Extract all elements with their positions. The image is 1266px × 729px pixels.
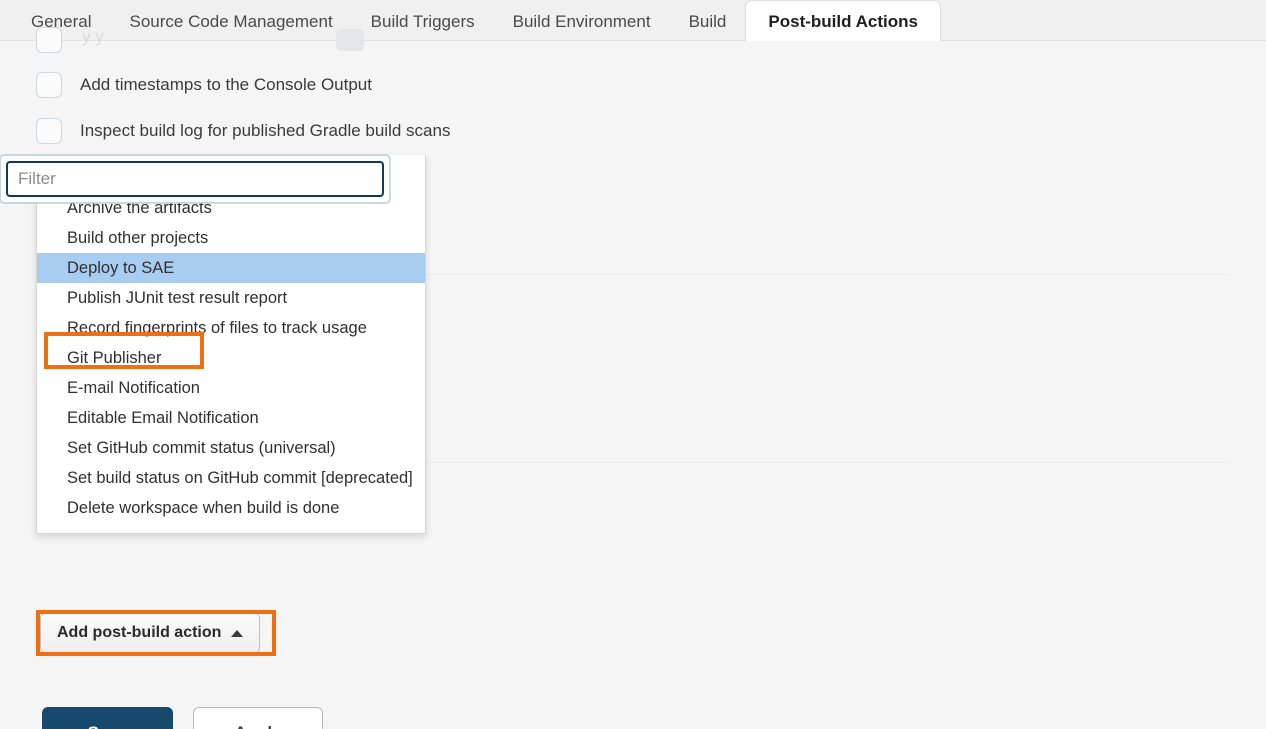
filter-field-wrapper xyxy=(0,155,390,203)
dropdown-item[interactable]: E-mail Notification xyxy=(37,373,425,403)
post-build-action-list: Aggregate downstream test resultsArchive… xyxy=(37,155,425,533)
dropdown-item[interactable]: Build other projects xyxy=(37,223,425,253)
tab-post-build-actions[interactable]: Post-build Actions xyxy=(745,0,941,42)
dropdown-item[interactable]: Deploy to SAE xyxy=(37,253,425,283)
dropdown-item[interactable]: Publish JUnit test result report xyxy=(37,283,425,313)
dropdown-item[interactable]: Set GitHub commit status (universal) xyxy=(37,433,425,463)
checkbox-add-timestamps[interactable] xyxy=(36,72,62,98)
tab-build-triggers[interactable]: Build Triggers xyxy=(352,0,494,41)
caret-up-icon xyxy=(231,629,244,637)
add-post-build-action-button[interactable]: Add post-build action xyxy=(40,613,261,653)
dropdown-item[interactable]: Git Publisher xyxy=(37,343,425,373)
dropdown-item[interactable]: Editable Email Notification xyxy=(37,403,425,433)
checkbox-clipped[interactable] xyxy=(36,27,62,53)
clipped-row-badge xyxy=(336,29,364,51)
checkbox-label-add-timestamps: Add timestamps to the Console Output xyxy=(80,75,372,94)
add-post-build-action-label: Add post-build action xyxy=(57,624,222,641)
tab-build-environment[interactable]: Build Environment xyxy=(494,0,670,41)
save-button[interactable]: Save xyxy=(42,707,173,729)
tab-build[interactable]: Build xyxy=(670,0,746,41)
dropdown-item[interactable]: Set build status on GitHub commit [depre… xyxy=(37,463,425,493)
config-page-body: y y Add timestamps to the Console Output… xyxy=(0,27,1266,729)
checkbox-row-timestamps[interactable]: Add timestamps to the Console Output xyxy=(36,72,372,98)
apply-button[interactable]: Apply xyxy=(193,707,323,729)
filter-input[interactable] xyxy=(6,161,384,197)
dropdown-item[interactable]: Record fingerprints of files to track us… xyxy=(37,313,425,343)
checkbox-inspect-gradle-scans[interactable] xyxy=(36,118,62,144)
checkbox-row-gradle-scans[interactable]: Inspect build log for published Gradle b… xyxy=(36,118,450,144)
clipped-option-row: y y xyxy=(36,27,366,53)
dropdown-item[interactable]: Delete workspace when build is done xyxy=(37,493,425,523)
post-build-action-dropdown: Aggregate downstream test resultsArchive… xyxy=(36,155,426,534)
checkbox-label-inspect-gradle-scans: Inspect build log for published Gradle b… xyxy=(80,121,451,140)
clipped-row-label: y y xyxy=(82,27,104,46)
